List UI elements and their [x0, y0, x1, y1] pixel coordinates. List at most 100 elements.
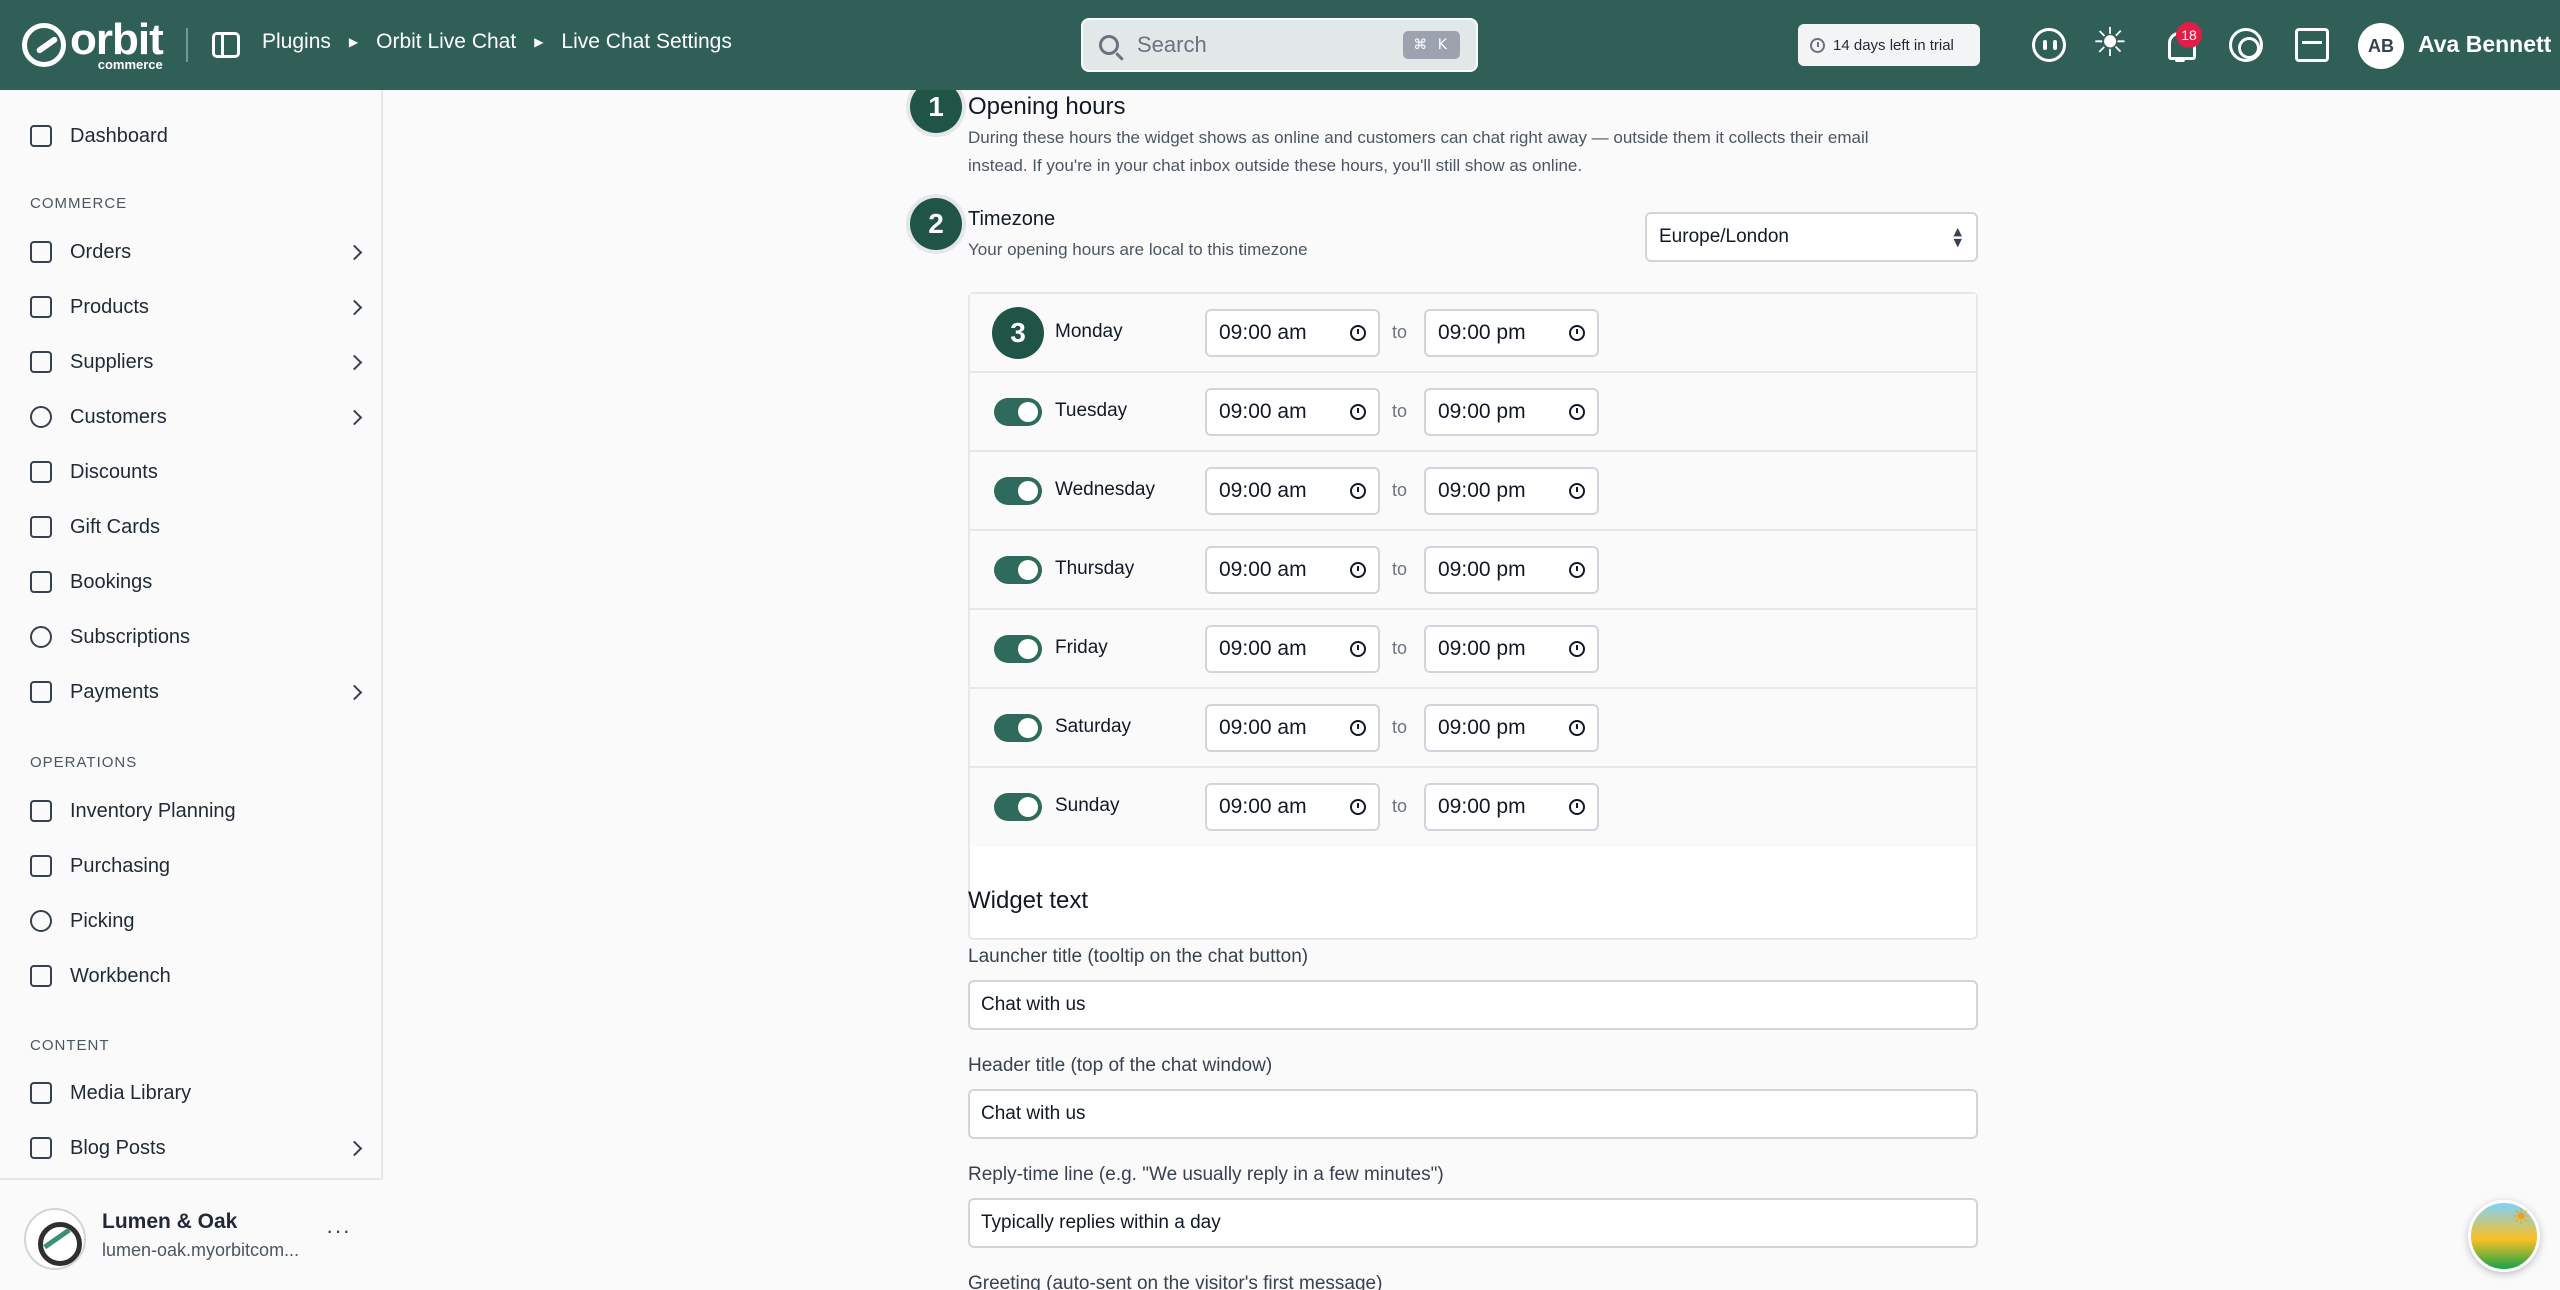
clock-icon: [1569, 562, 1585, 578]
sidebar-item-dashboard[interactable]: Dashboard: [30, 116, 360, 156]
close-time-input[interactable]: 09:00 pm: [1424, 546, 1599, 594]
header-title-input[interactable]: Chat with us: [968, 1089, 1978, 1139]
sidebar-item-label: Products: [70, 295, 149, 318]
box-icon: [30, 965, 52, 987]
chat-launcher-button[interactable]: [2468, 1200, 2540, 1272]
day-toggle[interactable]: [994, 714, 1042, 742]
close-time-input[interactable]: 09:00 pm: [1424, 783, 1599, 831]
close-time-input[interactable]: 09:00 pm: [1424, 309, 1599, 357]
search-input[interactable]: Search ⌘ K: [1081, 18, 1478, 72]
open-time-input[interactable]: 09:00 am: [1205, 467, 1380, 515]
refresh-icon: [30, 626, 52, 648]
help-icon[interactable]: [2229, 28, 2263, 62]
user-name[interactable]: Ava Bennett: [2418, 31, 2551, 58]
clock-icon: [1569, 720, 1585, 736]
day-row-saturday: Saturday 09:00 am to 09:00 pm: [970, 689, 1976, 768]
open-time-value: 09:00 am: [1219, 716, 1307, 739]
clock-icon: [1350, 720, 1366, 736]
storefront-icon[interactable]: [2295, 28, 2329, 62]
store-name: Lumen & Oak: [102, 1210, 238, 1233]
sidebar-item-suppliers[interactable]: Suppliers: [30, 342, 363, 382]
breadcrumb: Plugins ▶ Orbit Live Chat ▶ Live Chat Se…: [262, 30, 732, 54]
store-logo: [24, 1208, 86, 1270]
box-icon: [30, 296, 52, 318]
breadcrumb-separator-icon: ▶: [348, 35, 359, 49]
image-icon: [30, 1082, 52, 1104]
day-toggle[interactable]: [994, 477, 1042, 505]
orbit-logo[interactable]: orbit commerce: [22, 18, 164, 71]
sidebar-item-workbench[interactable]: Workbench: [30, 956, 360, 996]
close-time-input[interactable]: 09:00 pm: [1424, 625, 1599, 673]
chevron-right-icon: [346, 1140, 363, 1156]
day-toggle[interactable]: [994, 793, 1042, 821]
day-toggle[interactable]: [994, 635, 1042, 663]
sidebar-item-bookings[interactable]: Bookings: [30, 562, 360, 602]
sidebar-item-orders[interactable]: Orders: [30, 232, 363, 272]
sidebar-item-inventory-planning[interactable]: Inventory Planning: [30, 791, 360, 831]
sidebar-item-payments[interactable]: Payments: [30, 672, 363, 712]
chevron-right-icon: [346, 684, 363, 700]
search-shortcut: ⌘ K: [1403, 31, 1460, 59]
close-time-value: 09:00 pm: [1438, 795, 1526, 818]
breadcrumb-orbit-live-chat[interactable]: Orbit Live Chat: [376, 30, 516, 54]
open-time-input[interactable]: 09:00 am: [1205, 704, 1380, 752]
sidebar-item-label: Discounts: [70, 460, 158, 483]
sidebar-item-blog-posts[interactable]: Blog Posts: [30, 1128, 363, 1168]
day-toggle[interactable]: [994, 398, 1042, 426]
open-time-input[interactable]: 09:00 am: [1205, 309, 1380, 357]
card-icon: [30, 681, 52, 703]
sidebar-item-gift-cards[interactable]: Gift Cards: [30, 507, 360, 547]
sidebar-item-label: Purchasing: [70, 854, 171, 877]
opening-hours-title: Opening hours: [968, 93, 1126, 120]
day-label: Thursday: [1055, 558, 1135, 579]
to-label: to: [1392, 401, 1408, 421]
day-toggle[interactable]: [994, 556, 1042, 584]
clock-icon: [1350, 325, 1366, 341]
clock-icon: [1350, 483, 1366, 499]
avatar[interactable]: AB: [2358, 23, 2404, 69]
close-time-value: 09:00 pm: [1438, 558, 1526, 581]
sidebar-item-subscriptions[interactable]: Subscriptions: [30, 617, 360, 657]
trial-badge[interactable]: 14 days left in trial: [1798, 24, 1980, 66]
close-time-input[interactable]: 09:00 pm: [1424, 388, 1599, 436]
launcher-title-input[interactable]: Chat with us: [968, 980, 1978, 1030]
sidebar-item-label: Payments: [70, 680, 159, 703]
open-time-input[interactable]: 09:00 am: [1205, 388, 1380, 436]
day-label: Monday: [1055, 321, 1123, 342]
day-row-wednesday: Wednesday 09:00 am to 09:00 pm: [970, 452, 1976, 531]
notification-badge: 18: [2176, 22, 2202, 48]
sidebar-item-products[interactable]: Products: [30, 287, 363, 327]
sidebar-item-discounts[interactable]: Discounts: [30, 452, 360, 492]
breadcrumb-plugins[interactable]: Plugins: [262, 30, 331, 54]
sidebar-item-purchasing[interactable]: Purchasing: [30, 846, 360, 886]
theme-toggle-icon[interactable]: [2092, 20, 2128, 66]
reply-time-input[interactable]: Typically replies within a day: [968, 1198, 1978, 1248]
chevron-right-icon: [346, 354, 363, 370]
timezone-select[interactable]: Europe/London ▲ ▼: [1645, 212, 1978, 262]
more-icon[interactable]: ···: [326, 1218, 351, 1244]
close-time-input[interactable]: 09:00 pm: [1424, 467, 1599, 515]
launcher-title-label: Launcher title (tooltip on the chat butt…: [968, 946, 1309, 967]
open-time-input[interactable]: 09:00 am: [1205, 625, 1380, 673]
clipboard-icon: [30, 800, 52, 822]
document-icon: [30, 1137, 52, 1159]
day-label: Saturday: [1055, 716, 1132, 737]
open-time-input[interactable]: 09:00 am: [1205, 546, 1380, 594]
ai-assistant-icon[interactable]: [2032, 28, 2066, 62]
sidebar-item-picking[interactable]: Picking: [30, 901, 360, 941]
search-icon: [1099, 35, 1119, 55]
sidebar-item-media-library[interactable]: Media Library: [30, 1073, 360, 1113]
sidebar-toggle-icon[interactable]: [212, 32, 240, 58]
header-title-label: Header title (top of the chat window): [968, 1055, 1273, 1076]
day-row-friday: Friday 09:00 am to 09:00 pm: [970, 610, 1976, 689]
box-icon: [30, 855, 52, 877]
opening-hours-schedule: 3 Monday 09:00 am to 09:00 pm Tuesday 09…: [968, 292, 1978, 940]
reply-time-value: Typically replies within a day: [981, 1212, 1221, 1233]
close-time-input[interactable]: 09:00 pm: [1424, 704, 1599, 752]
close-time-value: 09:00 pm: [1438, 400, 1526, 423]
day-label: Sunday: [1055, 795, 1120, 816]
breadcrumb-live-chat-settings[interactable]: Live Chat Settings: [561, 30, 731, 54]
sidebar-item-customers[interactable]: Customers: [30, 397, 363, 437]
orbit-logo-icon: [22, 22, 66, 67]
open-time-input[interactable]: 09:00 am: [1205, 783, 1380, 831]
